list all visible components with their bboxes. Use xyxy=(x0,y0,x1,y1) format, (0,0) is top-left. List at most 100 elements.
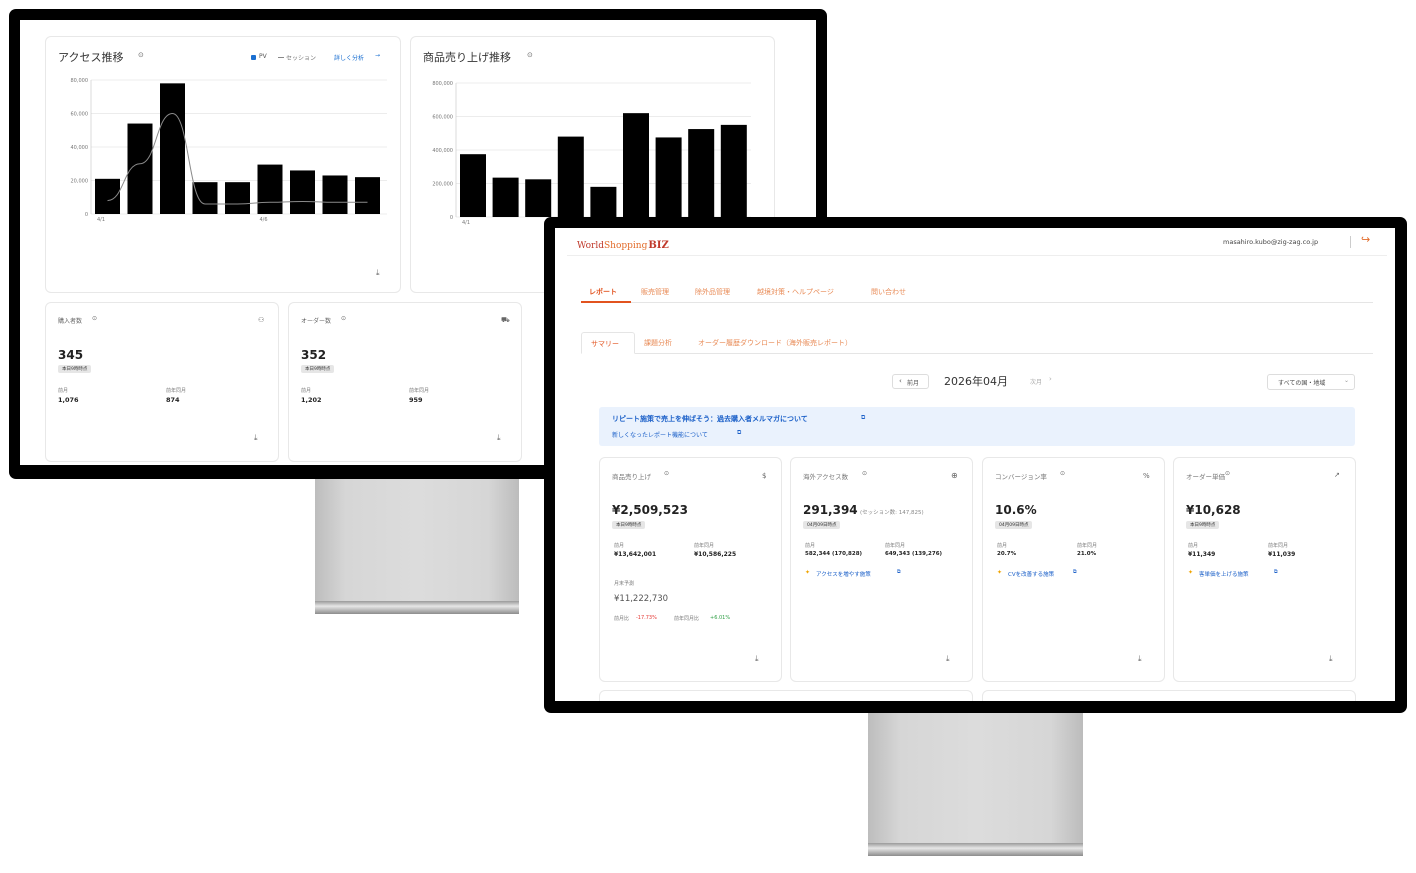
forecast-value: ¥11,222,730 xyxy=(614,594,669,604)
kpi-yoy-value: 649,343 (139,276) xyxy=(885,551,943,557)
kpi-value-sub: (セッション数: 147,825) xyxy=(860,510,924,516)
logout-icon[interactable]: ↪ xyxy=(1361,234,1370,245)
next-row-card xyxy=(599,690,973,701)
kpi-card-conversion: コンバージョン率 ⊙ % 10.6% 04月09日時点 前月 20.7% 前年同… xyxy=(982,457,1165,682)
front-monitor: WorldShoppingBIZ masahiro.kubo@zig-zag.c… xyxy=(544,217,1407,713)
kpi-tip-link[interactable]: 客単価を上げる施策 xyxy=(1199,570,1249,578)
info-icon[interactable]: ⊙ xyxy=(1225,471,1230,477)
chevron-right-icon[interactable]: › xyxy=(1049,375,1052,383)
nav-exclusion[interactable]: 除外品管理 xyxy=(695,287,730,297)
info-banner: リピート施策で売上を伸ばそう：過去購入者メルマガについて ⧉ 新しくなったレポー… xyxy=(599,407,1355,446)
kpi-yoy-value: ¥10,586,225 xyxy=(694,551,737,558)
kpi-label: 海外アクセス数 xyxy=(803,473,849,481)
orders-badge: 本日9時時点 xyxy=(301,365,335,373)
legend-session-swatch xyxy=(278,57,284,58)
access-chart-card: アクセス推移 ⊙ PV セッション 詳しく分析 → 0 20,000 40,000 6… xyxy=(45,36,401,293)
y-tick-label: 600,000 xyxy=(432,115,453,121)
bar xyxy=(355,177,380,214)
banner-title[interactable]: リピート施策で売上を伸ばそう：過去購入者メルマガについて xyxy=(612,414,808,424)
y-tick-label: 80,000 xyxy=(71,78,89,84)
lightbulb-icon: ✦ xyxy=(997,569,1003,576)
kpi-tip-link[interactable]: アクセスを増やす施策 xyxy=(816,570,871,578)
globe-icon: ⊕ xyxy=(951,471,958,480)
back-monitor-foot xyxy=(315,601,519,614)
logo[interactable]: WorldShoppingBIZ xyxy=(577,233,669,252)
nav-sales[interactable]: 販売管理 xyxy=(641,287,669,297)
next-month-button[interactable]: 次月 xyxy=(1030,377,1042,386)
bar xyxy=(720,124,747,217)
info-icon[interactable]: ⊙ xyxy=(1060,471,1065,477)
back-monitor-stand xyxy=(315,476,519,602)
download-icon[interactable]: ⤓ xyxy=(376,269,380,277)
y-tick-label: 60,000 xyxy=(71,112,89,118)
x-tick-label: 4/6 xyxy=(259,217,267,223)
region-select[interactable]: すべての国・地域 ⌄ xyxy=(1267,374,1355,390)
info-icon[interactable]: ⊙ xyxy=(527,52,533,59)
info-icon[interactable]: ⊙ xyxy=(664,471,669,477)
kpi-yoy-value: 21.0% xyxy=(1077,551,1097,557)
external-link-icon[interactable]: ⧉ xyxy=(737,430,741,436)
bar xyxy=(225,182,250,214)
download-icon[interactable]: ⤓ xyxy=(1138,655,1142,663)
kpi-prev-value: ¥11,349 xyxy=(1188,551,1216,558)
external-link-icon[interactable]: ⧉ xyxy=(861,415,865,421)
nav-active-underline xyxy=(581,301,631,303)
kpi-prev-value: ¥13,642,001 xyxy=(614,551,657,558)
orders-prev-label: 前月 xyxy=(301,388,312,394)
y-tick-label: 20,000 xyxy=(71,179,89,185)
tab-analysis[interactable]: 課題分析 xyxy=(644,338,672,348)
chevron-down-icon: ⌄ xyxy=(1344,377,1350,384)
lightbulb-icon: ✦ xyxy=(805,569,811,576)
nav-help[interactable]: 越境対策・ヘルプページ xyxy=(757,287,834,297)
header-divider xyxy=(1350,236,1351,248)
info-icon[interactable]: ⊙ xyxy=(92,316,97,322)
yoy-ratio-label: 前年同月比 xyxy=(674,616,700,622)
arrow-right-icon[interactable]: → xyxy=(375,53,380,59)
buyers-label: 購入者数 xyxy=(58,318,83,325)
kpi-badge: 本日9時時点 xyxy=(1186,521,1220,529)
yoy-ratio-value: +6.01% xyxy=(710,615,731,621)
y-tick-label: 0 xyxy=(450,215,453,221)
kpi-value: 10.6% xyxy=(995,503,1037,517)
tab-summary[interactable]: サマリー xyxy=(581,332,635,354)
bar xyxy=(257,164,283,214)
download-icon[interactable]: ⤓ xyxy=(946,655,950,663)
download-icon[interactable]: ⤓ xyxy=(497,434,501,442)
front-monitor-foot xyxy=(868,843,1083,856)
sub-tabs: サマリー 課題分析 オーダー履歴ダウンロード（海外販売レポート） xyxy=(581,332,1373,354)
bar xyxy=(557,136,584,217)
nav-report[interactable]: レポート xyxy=(589,287,617,297)
kpi-yoy-label: 前年同月 xyxy=(1268,543,1289,549)
external-link-icon[interactable]: ⧉ xyxy=(897,570,901,575)
x-tick-label: 4/1 xyxy=(97,217,105,223)
kpi-prev-label: 前月 xyxy=(614,543,625,549)
buyers-yoy-value: 874 xyxy=(166,396,180,404)
kpi-tip-link[interactable]: CVを改善する施策 xyxy=(1008,570,1054,578)
user-email: masahiro.kubo@zig-zag.co.jp xyxy=(1223,238,1319,246)
info-icon[interactable]: ⊙ xyxy=(138,52,144,59)
kpi-yoy-label: 前年同月 xyxy=(694,543,715,549)
bar xyxy=(290,170,315,214)
external-link-icon[interactable]: ⧉ xyxy=(1274,570,1278,575)
external-link-icon[interactable]: ⧉ xyxy=(1073,570,1077,575)
kpi-yoy-label: 前年同月 xyxy=(1077,543,1098,549)
kpi-badge: 04月09日時点 xyxy=(803,521,841,529)
dollar-icon: $ xyxy=(762,472,767,480)
info-icon[interactable]: ⊙ xyxy=(341,316,346,322)
detail-link[interactable]: 詳しく分析 xyxy=(334,53,364,62)
info-icon[interactable]: ⊙ xyxy=(862,471,867,477)
nav-contact[interactable]: 問い合わせ xyxy=(871,287,906,297)
orders-value: 352 xyxy=(301,348,327,362)
download-icon[interactable]: ⤓ xyxy=(755,655,759,663)
kpi-card-sales: 商品売り上げ ⊙ $ ¥2,509,523 本日9時時点 前月 ¥13,642,… xyxy=(599,457,782,682)
download-icon[interactable]: ⤓ xyxy=(1329,655,1333,663)
y-tick-label: 0 xyxy=(85,212,88,218)
buyers-value: 345 xyxy=(58,348,84,362)
kpi-value: ¥2,509,523 xyxy=(612,503,688,517)
bar xyxy=(525,179,552,217)
tab-order-download[interactable]: オーダー履歴ダウンロード（海外販売レポート） xyxy=(698,338,852,348)
banner-sub[interactable]: 新しくなったレポート機能について xyxy=(612,430,708,439)
x-tick-label: 4/1 xyxy=(462,220,470,226)
prev-month-button[interactable]: ‹ 前月 xyxy=(892,374,929,389)
download-icon[interactable]: ⤓ xyxy=(254,434,258,442)
